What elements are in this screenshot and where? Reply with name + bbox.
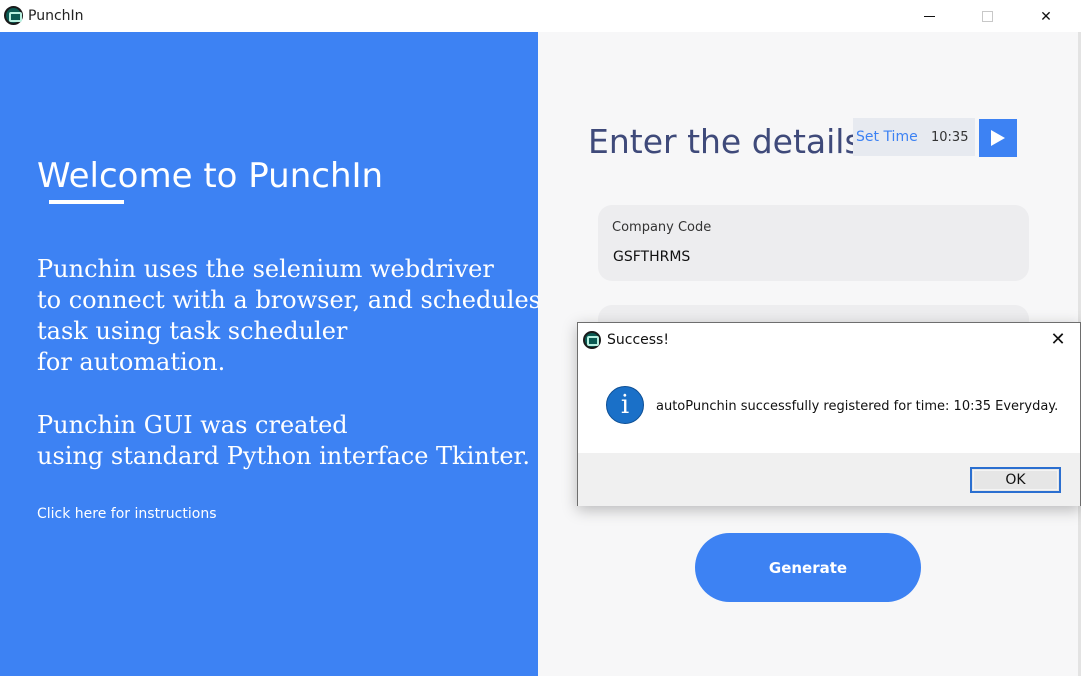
instructions-link[interactable]: Click here for instructions [37,506,217,522]
title-bar: PunchIn ✕ [0,0,1081,32]
heading-underline [49,200,124,204]
welcome-heading: Welcome to PunchIn [37,156,384,196]
window-title: PunchIn [28,8,84,24]
company-code-input[interactable]: GSFTHRMS [613,249,690,265]
credits-paragraph: Punchin GUI was created using standard P… [37,411,531,470]
info-icon: i [606,386,644,424]
ok-button[interactable]: OK [970,467,1061,493]
generate-button[interactable]: Generate [695,533,921,602]
details-heading: Enter the details. [588,122,873,161]
dialog-close-button[interactable]: ✕ [1036,323,1080,355]
maximize-icon [981,10,993,22]
minimize-button[interactable] [906,0,952,32]
dialog-message: autoPunchin successfully registered for … [656,399,1059,414]
company-code-field[interactable]: Company Code GSFTHRMS [598,205,1029,281]
minimize-icon [923,15,935,17]
set-time-submit-button[interactable] [979,119,1017,157]
dialog-app-icon [583,331,601,349]
play-icon [991,130,1005,146]
dialog-footer: OK [578,453,1080,506]
set-time-label[interactable]: Set Time [856,129,918,145]
description-paragraph: Punchin uses the selenium webdriver to c… [37,255,541,376]
maximize-button[interactable] [964,0,1010,32]
set-time-value[interactable]: 10:35 [931,130,968,145]
success-dialog: Success! ✕ i autoPunchin successfully re… [577,322,1081,506]
window-close-button[interactable]: ✕ [1023,0,1069,32]
company-code-label: Company Code [612,220,712,235]
dialog-title: Success! [607,332,669,348]
app-logo-icon [4,6,23,25]
